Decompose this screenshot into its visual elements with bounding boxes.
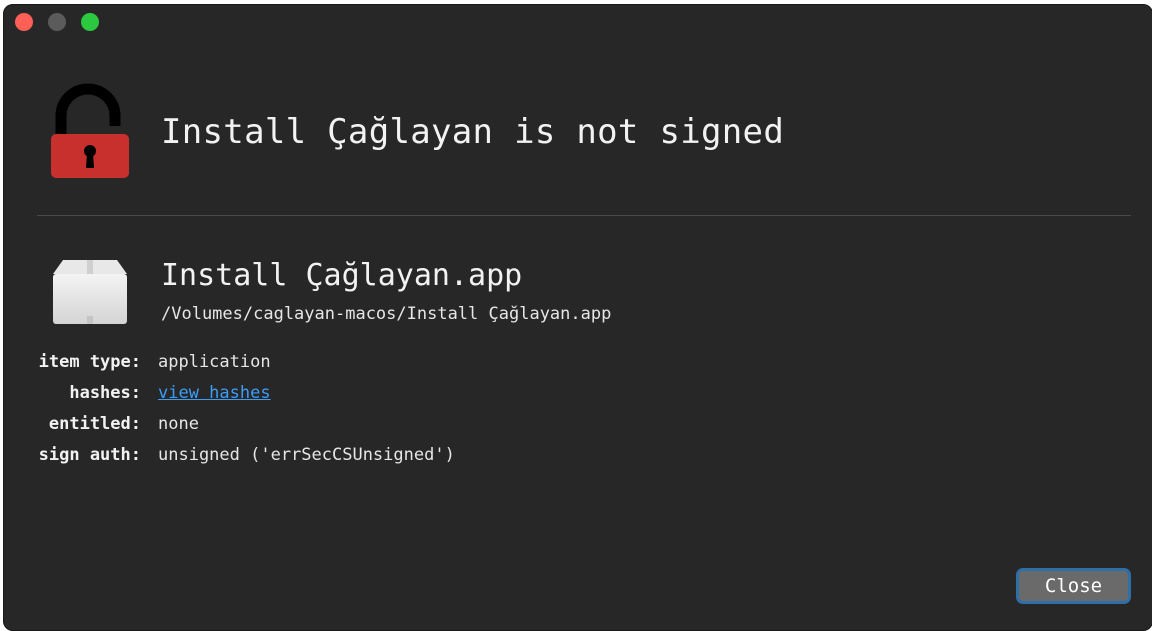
window-controls [15, 13, 99, 31]
page-title: Install Çağlayan is not signed [161, 112, 785, 152]
sign-auth-label: sign auth: [38, 445, 141, 465]
unlocked-padlock-icon [51, 83, 129, 178]
alert-window: Install Çağlayan is not signed Install Ç… [3, 4, 1152, 631]
item-path: /Volumes/caglayan-macos/Install Çağlayan… [161, 304, 612, 324]
zoom-window-button[interactable] [81, 13, 99, 31]
item-name: Install Çağlayan.app [161, 258, 523, 293]
entitled-label: entitled: [48, 414, 141, 434]
divider [37, 215, 1131, 216]
item-type-label: item type: [38, 352, 141, 372]
package-box-icon [53, 260, 127, 324]
view-hashes-link[interactable]: view hashes [158, 383, 271, 403]
item-type-value: application [158, 352, 271, 372]
entitled-value: none [158, 414, 199, 434]
hashes-label: hashes: [69, 383, 141, 403]
close-window-button[interactable] [15, 13, 33, 31]
sign-auth-value: unsigned ('errSecCSUnsigned') [158, 445, 455, 465]
close-button[interactable]: Close [1016, 568, 1131, 604]
minimize-window-button[interactable] [48, 13, 66, 31]
